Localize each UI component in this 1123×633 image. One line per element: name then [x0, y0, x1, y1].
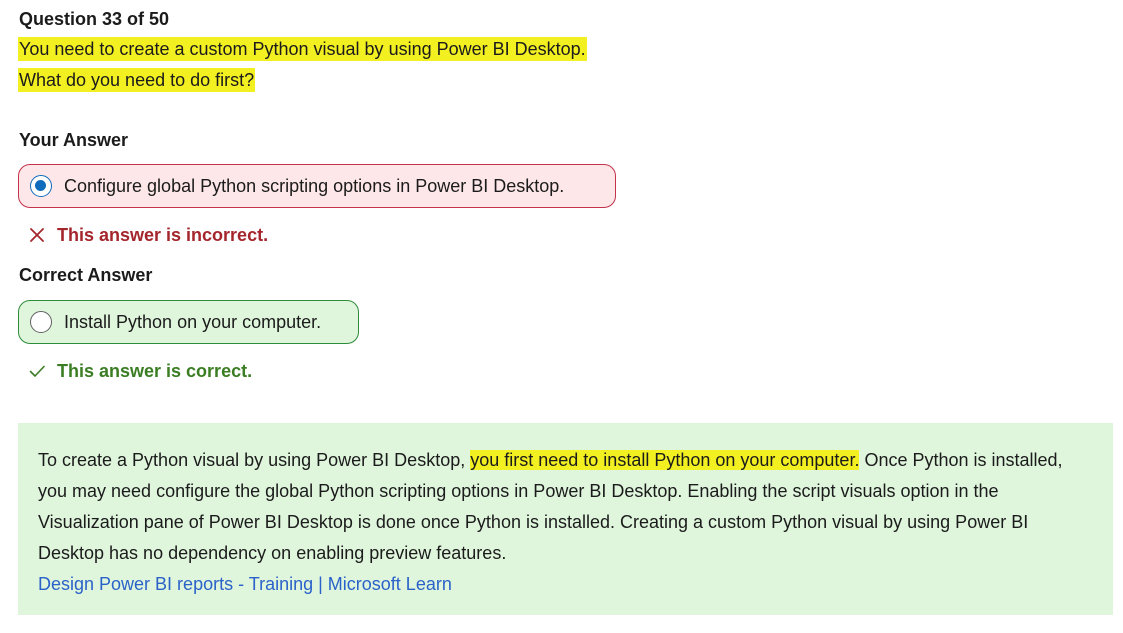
your-answer-option-text: Configure global Python scripting option…: [64, 175, 565, 196]
question-text-line-1: You need to create a custom Python visua…: [18, 37, 587, 61]
explanation-text-before: To create a Python visual by using Power…: [38, 450, 471, 470]
your-answer-option[interactable]: Configure global Python scripting option…: [18, 164, 616, 208]
your-answer-label: Your Answer: [19, 130, 129, 150]
training-link[interactable]: Design Power BI reports - Training | Mic…: [38, 569, 1093, 600]
incorrect-feedback: This answer is incorrect.: [28, 224, 268, 246]
correct-answer-option[interactable]: Install Python on your computer.: [18, 300, 359, 344]
incorrect-feedback-text: This answer is incorrect.: [57, 225, 269, 245]
correct-feedback: This answer is correct.: [28, 360, 252, 382]
correct-feedback-text: This answer is correct.: [57, 361, 253, 381]
explanation-highlight: you first need to install Python on your…: [470, 450, 860, 470]
question-header: Question 33 of 50: [19, 9, 170, 29]
radio-selected[interactable]: [30, 175, 52, 197]
correct-answer-option-text: Install Python on your computer.: [64, 311, 322, 332]
explanation-panel: To create a Python visual by using Power…: [18, 423, 1113, 615]
correct-answer-label: Correct Answer: [19, 265, 153, 285]
question-text-line-2: What do you need to do first?: [18, 68, 256, 92]
checkmark-icon: [29, 365, 45, 377]
close-icon: [30, 228, 44, 242]
radio-unselected[interactable]: [30, 311, 52, 333]
